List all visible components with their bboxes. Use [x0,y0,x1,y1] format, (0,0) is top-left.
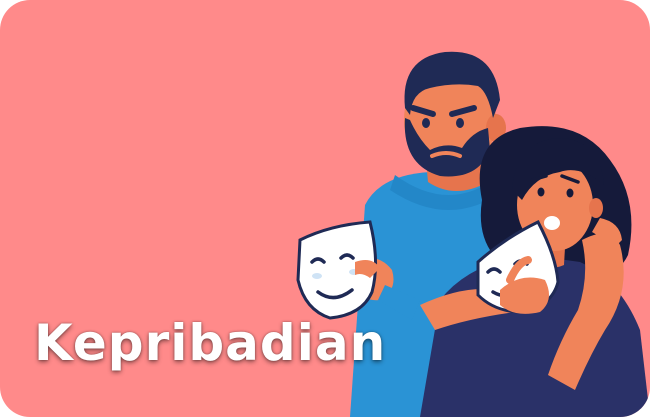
card-title: Kepribadian [34,314,387,372]
topic-card[interactable]: Kepribadian [0,0,650,417]
